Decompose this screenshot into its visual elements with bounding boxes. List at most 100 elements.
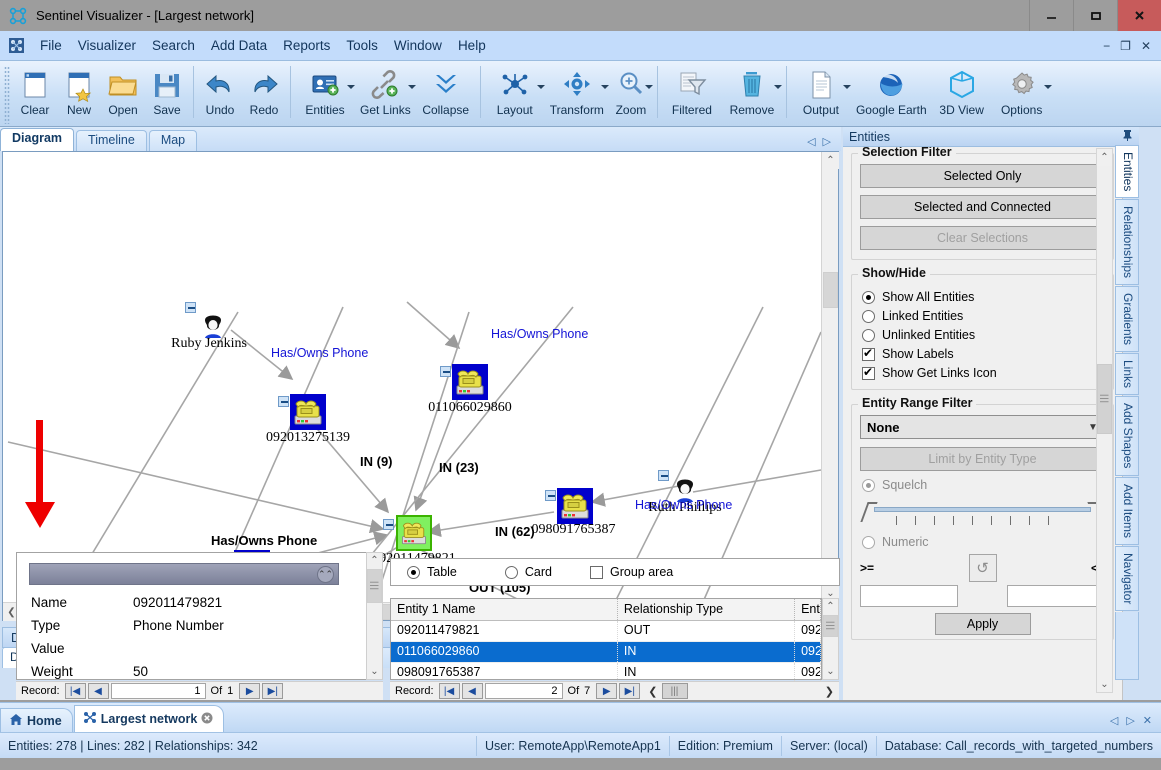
side-tab-add-items[interactable]: Add Items	[1115, 477, 1139, 545]
graph-node-phone-selected[interactable]: 092011479821	[396, 515, 432, 551]
option-squelch[interactable]: Squelch	[862, 478, 1105, 492]
node-collapse-icon[interactable]	[185, 302, 196, 313]
entities-button[interactable]: Entities	[295, 64, 355, 119]
node-collapse-icon[interactable]	[278, 396, 289, 407]
record-first-button[interactable]: |◀	[65, 683, 86, 699]
open-button[interactable]: Open	[101, 64, 145, 119]
squelch-slider[interactable]	[864, 500, 1101, 530]
menu-help[interactable]: Help	[450, 36, 494, 55]
option-show-get-links-icon[interactable]: Show Get Links Icon	[862, 366, 1105, 380]
side-tab-gradients[interactable]: Gradients	[1115, 286, 1139, 352]
doc-tab-next-icon[interactable]: ▷	[1126, 714, 1134, 727]
doc-tab-largest-network[interactable]: Largest network	[74, 705, 225, 732]
clear-selections-button[interactable]: Clear Selections	[860, 226, 1105, 250]
google-earth-button[interactable]: Google Earth	[851, 64, 932, 119]
hscroll-right-icon[interactable]: ❯	[825, 685, 839, 698]
side-tab-navigator[interactable]: Navigator	[1115, 546, 1139, 611]
selected-and-connected-button[interactable]: Selected and Connected	[860, 195, 1105, 219]
scroll-up-icon[interactable]: ⌃	[822, 152, 839, 169]
save-button[interactable]: Save	[145, 64, 189, 119]
transform-dropdown-arrow-icon[interactable]	[601, 85, 609, 89]
entities-panel-scrollbar[interactable]: ⌃ ||| ⌄	[1096, 148, 1113, 693]
options-button[interactable]: Options	[992, 64, 1052, 119]
radio-icon[interactable]	[862, 291, 875, 304]
scroll-up-icon[interactable]: ⌃	[823, 599, 838, 614]
checkbox-icon[interactable]	[862, 367, 875, 380]
transform-button[interactable]: Transform	[545, 64, 609, 119]
checkbox-icon[interactable]	[862, 348, 875, 361]
node-collapse-icon[interactable]	[545, 490, 556, 501]
radio-icon[interactable]	[862, 479, 875, 492]
record-prev-button[interactable]: ◀	[88, 683, 109, 699]
doc-tab-prev-icon[interactable]: ◁	[1110, 714, 1118, 727]
view-mode-table[interactable]: Table	[407, 565, 457, 579]
diagram-canvas[interactable]: Ruby Jenkins	[3, 152, 821, 602]
mdi-close-button[interactable]: ✕	[1141, 39, 1151, 53]
reset-circular-arrow-icon[interactable]: ↺	[969, 554, 997, 582]
double-chevron-up-icon[interactable]: ⌃⌃	[317, 566, 334, 583]
record-current-input[interactable]: 1	[111, 683, 206, 699]
graph-node-phone[interactable]: 011066029860	[452, 364, 488, 400]
get-links-dropdown-arrow-icon[interactable]	[408, 85, 416, 89]
vscroll-thumb[interactable]: |||	[823, 615, 838, 637]
side-tab-entities[interactable]: Entities	[1115, 145, 1139, 198]
record-first-button[interactable]: |◀	[439, 683, 460, 699]
view-tab-next-icon[interactable]: ▷	[823, 135, 831, 148]
table-row[interactable]: 092011479821 OUT 092	[391, 621, 821, 642]
option-show-all-entities[interactable]: Show All Entities	[862, 290, 1105, 304]
radio-icon[interactable]	[862, 310, 875, 323]
apply-button[interactable]: Apply	[935, 613, 1031, 635]
new-button[interactable]: New	[57, 64, 101, 119]
scroll-up-icon[interactable]: ⌃	[367, 553, 382, 568]
side-tab-add-shapes[interactable]: Add Shapes	[1115, 396, 1139, 475]
details-record-scrollbar[interactable]: ⌃ ||| ⌄	[366, 552, 383, 680]
record-current-input[interactable]: 2	[485, 683, 563, 699]
layout-button[interactable]: Layout	[485, 64, 545, 119]
menu-reports[interactable]: Reports	[275, 36, 338, 55]
doc-tab-home[interactable]: Home	[0, 708, 73, 732]
record-next-button[interactable]: ▶	[596, 683, 617, 699]
mdi-minimize-button[interactable]: −	[1103, 39, 1110, 53]
node-collapse-icon[interactable]	[658, 470, 669, 481]
option-show-labels[interactable]: Show Labels	[862, 347, 1105, 361]
node-collapse-icon[interactable]	[440, 366, 451, 377]
menu-file[interactable]: File	[32, 36, 70, 55]
tab-map[interactable]: Map	[149, 130, 197, 151]
hscroll-left-icon[interactable]: ❮	[648, 685, 657, 698]
zoom-button[interactable]: Zoom	[609, 64, 653, 119]
side-tab-relationships[interactable]: Relationships	[1115, 199, 1139, 285]
relationship-table[interactable]: Entity 1 Name Relationship Type Ent 0920…	[390, 598, 822, 680]
slider-track[interactable]	[874, 507, 1091, 512]
view-tab-prev-icon[interactable]: ◁	[807, 135, 815, 148]
record-last-button[interactable]: ▶|	[262, 683, 283, 699]
redo-button[interactable]: Redo	[242, 64, 286, 119]
option-linked-entities[interactable]: Linked Entities	[862, 309, 1105, 323]
close-icon[interactable]	[201, 712, 213, 727]
layout-dropdown-arrow-icon[interactable]	[537, 85, 545, 89]
tab-diagram[interactable]: Diagram	[0, 128, 74, 151]
window-maximize-button[interactable]	[1073, 0, 1117, 31]
clear-button[interactable]: Clear	[13, 64, 57, 119]
get-links-button[interactable]: Get Links	[355, 64, 416, 119]
option-unlinked-entities[interactable]: Unlinked Entities	[862, 328, 1105, 342]
scroll-down-icon[interactable]: ⌄	[367, 664, 382, 679]
record-next-button[interactable]: ▶	[239, 683, 260, 699]
window-close-button[interactable]	[1117, 0, 1161, 31]
graph-node-phone[interactable]: 098091765387	[557, 488, 593, 524]
column-header-relationship-type[interactable]: Relationship Type	[618, 599, 795, 620]
vscroll-thumb[interactable]: |||	[367, 569, 382, 603]
vscroll-thumb[interactable]	[823, 272, 838, 308]
radio-icon[interactable]	[407, 566, 420, 579]
radio-icon[interactable]	[862, 536, 875, 549]
menu-window[interactable]: Window	[386, 36, 450, 55]
remove-dropdown-arrow-icon[interactable]	[774, 85, 782, 89]
scroll-up-icon[interactable]: ⌃	[1097, 149, 1112, 165]
collapse-button[interactable]: Collapse	[416, 64, 476, 119]
group-area-checkbox[interactable]: Group area	[590, 565, 673, 579]
zoom-dropdown-arrow-icon[interactable]	[645, 85, 653, 89]
canvas-vertical-scrollbar[interactable]: ⌃ ⌄	[821, 152, 838, 602]
doc-tab-close-icon[interactable]: ✕	[1143, 714, 1152, 727]
entity-range-dropdown[interactable]: None ▼	[860, 415, 1105, 439]
lte-input[interactable]	[1007, 585, 1105, 607]
node-collapse-icon[interactable]	[383, 519, 394, 530]
